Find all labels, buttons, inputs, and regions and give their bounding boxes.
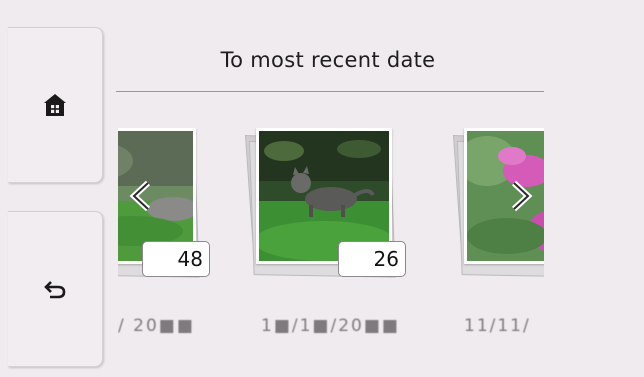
chevron-right-icon xyxy=(511,180,533,212)
home-icon xyxy=(44,94,66,116)
page-title: To most recent date xyxy=(220,48,436,72)
photo-date: 11/11/ xyxy=(464,316,531,336)
photo-date: / 20■■ xyxy=(118,316,195,336)
photo-date: 1■/1■/20■■ xyxy=(261,316,400,336)
photo-card-current[interactable]: 26 xyxy=(246,128,436,288)
title-divider xyxy=(116,91,544,92)
photo-carousel[interactable]: 48 26 / 20■■ 1■/1■/20■■ 11/11/ xyxy=(118,128,544,348)
photo-count-badge: 26 xyxy=(338,241,406,277)
home-button[interactable] xyxy=(8,27,103,183)
next-photo-button[interactable] xyxy=(504,180,536,212)
back-arrow-icon xyxy=(44,281,66,299)
back-button[interactable] xyxy=(8,211,103,367)
photo-count-badge: 48 xyxy=(142,241,210,277)
previous-photo-button[interactable] xyxy=(126,180,158,212)
chevron-left-icon xyxy=(129,180,151,212)
